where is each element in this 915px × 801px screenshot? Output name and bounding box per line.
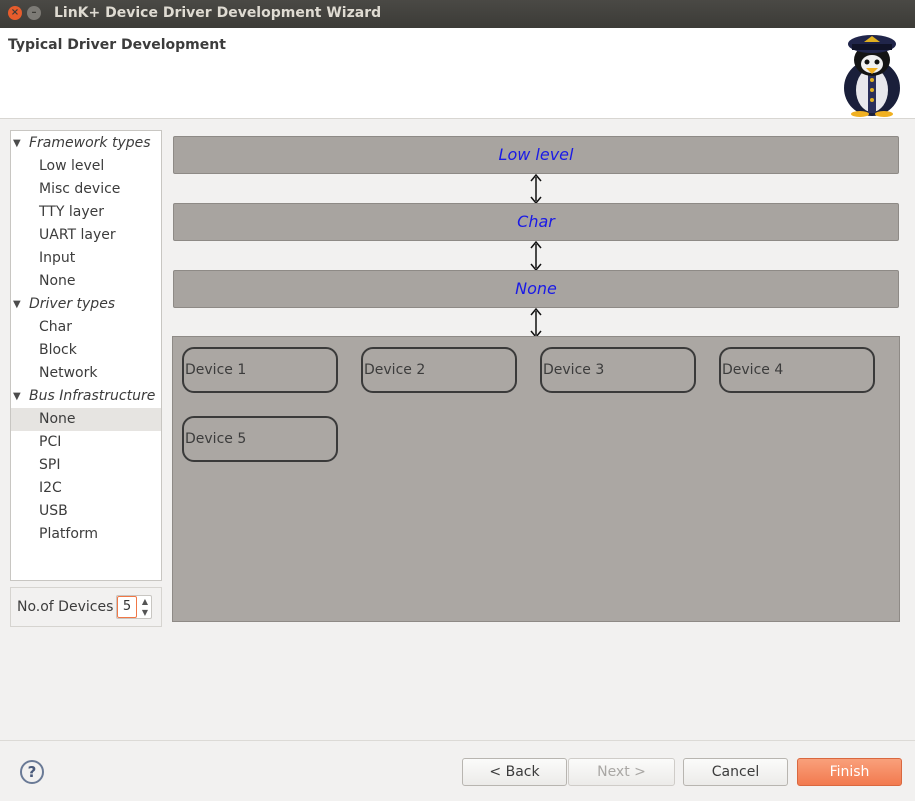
tree-item[interactable]: None [11, 270, 161, 293]
tree-item[interactable]: Platform [11, 523, 161, 546]
back-button[interactable]: < Back [462, 758, 567, 786]
tree-item-label: I2C [39, 480, 62, 496]
tree-item[interactable]: I2C [11, 477, 161, 500]
tree-item-label: Network [39, 365, 98, 381]
spinner-down-icon[interactable]: ▼ [139, 607, 151, 618]
tree-item[interactable]: SPI [11, 454, 161, 477]
expand-triangle-icon[interactable]: ▼ [13, 385, 21, 408]
footer-divider [0, 740, 915, 741]
layer-bus: None [173, 270, 899, 308]
tree-item-label: Low level [39, 158, 105, 174]
tree-item[interactable]: Char [11, 316, 161, 339]
tux-pilot-logo-icon [844, 35, 900, 117]
tree-item-label: SPI [39, 457, 61, 473]
window-title: LinK+ Device Driver Development Wizard [54, 5, 382, 21]
device-box[interactable]: Device 5 [182, 416, 338, 462]
device-label: Device 2 [364, 362, 426, 378]
window-minimize-icon[interactable]: – [27, 6, 41, 20]
tree-group[interactable]: ▼ Driver types [11, 293, 161, 316]
device-label: Device 4 [722, 362, 784, 378]
tree-item[interactable]: PCI [11, 431, 161, 454]
page-title: Typical Driver Development [8, 37, 226, 53]
tree-group[interactable]: ▼ Bus Infrastructure [11, 385, 161, 408]
tree-item-label: Bus Infrastructure [29, 388, 156, 404]
tree-item-label: Platform [39, 526, 99, 542]
tree-item[interactable]: TTY layer [11, 201, 161, 224]
tree-item[interactable]: Network [11, 362, 161, 385]
double-arrow-icon [530, 241, 542, 271]
device-box[interactable]: Device 3 [540, 347, 696, 393]
tree-item[interactable]: Low level [11, 155, 161, 178]
double-arrow-icon [530, 308, 542, 338]
next-button[interactable]: Next > [568, 758, 675, 786]
tree-item-label: Block [39, 342, 77, 358]
tree-item-label: Framework types [29, 135, 151, 151]
tree-item-label: Input [39, 250, 76, 266]
devices-count-panel: No.of Devices 5 ▲ ▼ [10, 587, 162, 627]
wizard-header: Typical Driver Development [0, 28, 915, 119]
expand-triangle-icon[interactable]: ▼ [13, 293, 21, 316]
spinner-up-icon[interactable]: ▲ [139, 596, 151, 607]
tree-item[interactable]: Block [11, 339, 161, 362]
tree-item-label: TTY layer [39, 204, 104, 220]
tree-item[interactable]: Input [11, 247, 161, 270]
tree-item-label: Char [39, 319, 72, 335]
devices-area: Device 1 Device 2 Device 3 Device 4 Devi… [172, 336, 900, 622]
cancel-button[interactable]: Cancel [683, 758, 788, 786]
device-label: Device 5 [185, 431, 247, 447]
tree-item-label: UART layer [39, 227, 116, 243]
tree-item-label: None [39, 273, 76, 289]
tree-item-label: None [39, 411, 76, 427]
tree-item[interactable]: USB [11, 500, 161, 523]
devices-count-input[interactable]: 5 [117, 596, 137, 618]
tree-item[interactable]: UART layer [11, 224, 161, 247]
devices-count-label: No.of Devices [17, 599, 114, 615]
category-tree[interactable]: ▼ Framework types Low level Misc device TTY … [10, 130, 162, 581]
device-box[interactable]: Device 4 [719, 347, 875, 393]
tree-item-label: PCI [39, 434, 62, 450]
tree-item[interactable]: Misc device [11, 178, 161, 201]
tree-item[interactable]: None [11, 408, 161, 431]
tree-item-label: Misc device [39, 181, 121, 197]
help-icon[interactable]: ? [20, 760, 44, 784]
tree-item-label: Driver types [29, 296, 116, 312]
finish-button[interactable]: Finish [797, 758, 902, 786]
window-close-icon[interactable]: × [8, 6, 22, 20]
window-titlebar: × – LinK+ Device Driver Development Wiza… [0, 0, 915, 28]
devices-count-spinner[interactable]: 5 ▲ ▼ [116, 595, 152, 619]
tree-item-label: USB [39, 503, 68, 519]
device-label: Device 1 [185, 362, 247, 378]
device-box[interactable]: Device 1 [182, 347, 338, 393]
layer-framework: Low level [173, 136, 899, 174]
layer-driver: Char [173, 203, 899, 241]
tree-group[interactable]: ▼ Framework types [11, 132, 161, 155]
device-label: Device 3 [543, 362, 605, 378]
double-arrow-icon [530, 174, 542, 204]
device-box[interactable]: Device 2 [361, 347, 517, 393]
expand-triangle-icon[interactable]: ▼ [13, 132, 21, 155]
